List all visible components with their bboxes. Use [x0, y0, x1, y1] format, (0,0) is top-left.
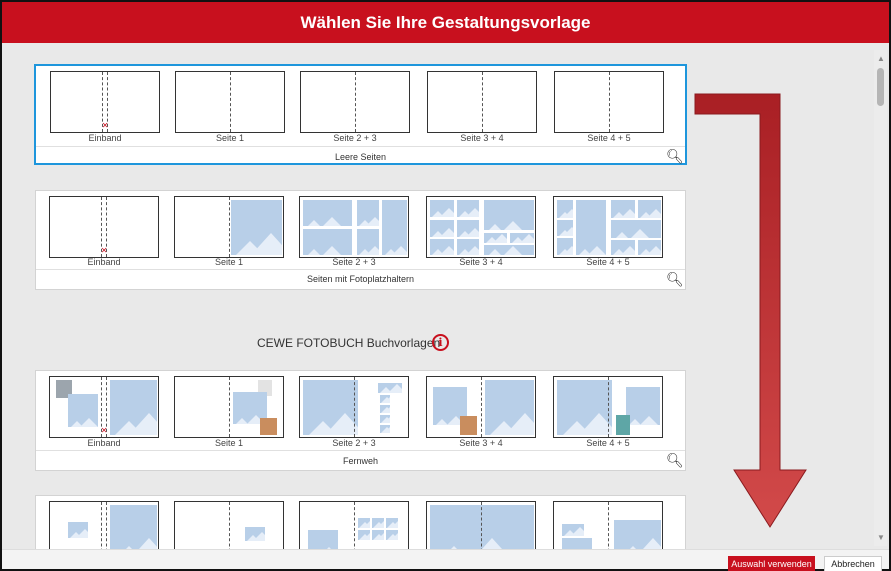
spine-marker-icon: ✕ — [100, 246, 108, 255]
template-card-leere-seiten[interactable]: ✕ Einband Seite 1 Seite 2 + 3 Seite 3 + … — [34, 64, 687, 165]
magnifier-icon[interactable]: 🔍︎ — [666, 148, 684, 165]
template-card-partial[interactable] — [35, 495, 686, 549]
page-thumb-einband: ✕ — [49, 196, 159, 258]
page-thumb-seite-1 — [175, 71, 285, 133]
template-name: Fernweh — [342, 456, 378, 466]
page-label: Einband — [88, 133, 122, 143]
page-thumb-seite-2-3 — [299, 196, 409, 258]
page-label: Seite 3 + 4 — [459, 438, 503, 448]
page-label: Seite 3 + 4 — [460, 133, 504, 143]
page-label: Seite 4 + 5 — [586, 438, 630, 448]
page-thumb-seite-4-5 — [554, 71, 664, 133]
page-thumb-seite-1 — [174, 501, 284, 549]
page-label: Einband — [87, 257, 121, 267]
page-thumb-seite-3-4 — [426, 376, 536, 438]
page-label: Seite 4 + 5 — [586, 257, 630, 267]
page-thumb-seite-3-4 — [426, 501, 536, 549]
page-thumb-einband — [49, 501, 159, 549]
scroll-thumb[interactable] — [877, 68, 884, 106]
page-label: Seite 1 — [214, 438, 244, 448]
page-thumb-seite-4-5 — [553, 196, 663, 258]
page-thumb-seite-1 — [174, 196, 284, 258]
template-card-fotoplatzhalter[interactable]: ✕ Einband Seite 1 Seite 2 + 3 Seite 3 + … — [35, 190, 686, 290]
scroll-up-icon[interactable]: ▲ — [877, 54, 885, 63]
spine-marker-icon: ✕ — [100, 426, 108, 435]
page-label: Seite 1 — [214, 257, 244, 267]
page-label: Seite 2 + 3 — [332, 257, 376, 267]
page-thumb-einband: ✕ — [49, 376, 159, 438]
use-selection-button[interactable]: Auswahl verwenden — [728, 556, 815, 571]
template-dialog: Wählen Sie Ihre Gestaltungsvorlage ✕ Ein… — [0, 0, 891, 571]
page-thumb-seite-2-3 — [300, 71, 410, 133]
template-list[interactable]: ✕ Einband Seite 1 Seite 2 + 3 Seite 3 + … — [10, 43, 874, 549]
page-label: Seite 2 + 3 — [333, 133, 377, 143]
page-thumb-seite-2-3 — [299, 501, 409, 549]
vertical-scrollbar[interactable]: ▲ ▼ — [874, 50, 887, 546]
page-thumb-seite-1 — [174, 376, 284, 438]
page-thumb-seite-3-4 — [426, 196, 536, 258]
page-thumb-seite-4-5 — [553, 376, 663, 438]
template-card-fernweh[interactable]: ✕ Einband Seite 1 Seite 2 + 3 Seite 3 + … — [35, 370, 686, 471]
spine-marker-icon: ✕ — [101, 121, 109, 130]
info-icon[interactable]: i — [432, 334, 449, 351]
scroll-down-icon[interactable]: ▼ — [877, 533, 885, 542]
section-title: CEWE FOTOBUCH Buchvorlagen — [257, 336, 441, 350]
template-name: Leere Seiten — [334, 152, 387, 162]
page-label: Seite 1 — [215, 133, 245, 143]
cancel-button[interactable]: Abbrechen — [824, 556, 882, 571]
page-label: Seite 4 + 5 — [587, 133, 631, 143]
magnifier-icon[interactable]: 🔍︎ — [666, 271, 684, 288]
page-thumb-seite-4-5 — [553, 501, 663, 549]
page-label: Einband — [87, 438, 121, 448]
page-label: Seite 3 + 4 — [459, 257, 503, 267]
page-thumb-seite-2-3 — [299, 376, 409, 438]
page-thumb-seite-3-4 — [427, 71, 537, 133]
template-name: Seiten mit Fotoplatzhaltern — [306, 274, 415, 284]
dialog-title: Wählen Sie Ihre Gestaltungsvorlage — [2, 2, 889, 43]
magnifier-icon[interactable]: 🔍︎ — [666, 452, 684, 469]
page-label: Seite 2 + 3 — [332, 438, 376, 448]
page-thumb-einband: ✕ — [50, 71, 160, 133]
